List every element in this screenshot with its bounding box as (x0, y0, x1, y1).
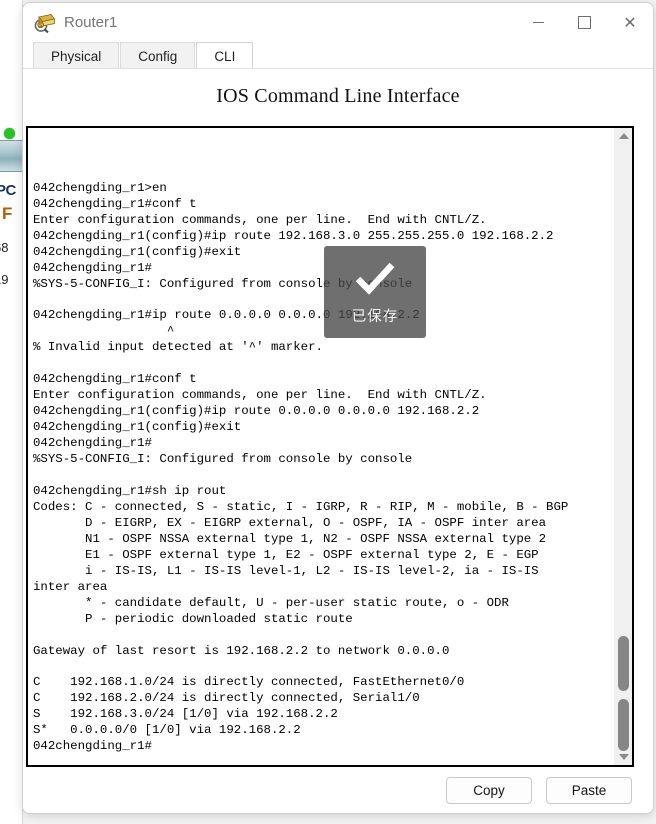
tab-cli[interactable]: CLI (196, 42, 254, 69)
terminal-output[interactable]: 042chengding_r1>en 042chengding_r1#conf … (28, 128, 614, 765)
terminal-scrollbar[interactable] (614, 128, 632, 765)
tab-config[interactable]: Config (120, 42, 196, 69)
chevron-up-icon (618, 133, 629, 139)
scrollbar-thumb-secondary[interactable] (618, 699, 629, 751)
page-title: IOS Command Line Interface (216, 85, 460, 107)
background-topology-panel: PC F 68 19 (0, 0, 23, 824)
cli-footer: Copy Paste (23, 767, 653, 813)
window-title-text: Router1 (64, 14, 118, 31)
minimize-button[interactable] (515, 4, 561, 42)
maximize-button[interactable] (561, 4, 607, 42)
desktop-background: PC F 68 19 S Router1 (0, 0, 656, 824)
background-device-label-f: F (2, 204, 13, 223)
terminal-container: 042chengding_r1>en 042chengding_r1#conf … (26, 126, 634, 767)
scroll-down-arrow-button[interactable] (615, 749, 632, 765)
scroll-up-arrow-button[interactable] (615, 128, 632, 144)
copy-button[interactable]: Copy (446, 776, 532, 804)
device-body (0, 140, 22, 172)
maximize-icon (577, 16, 591, 29)
tab-physical[interactable]: Physical (33, 42, 120, 69)
background-device-label-pc: PC (0, 182, 16, 199)
background-network-label-2: 19 (0, 272, 9, 287)
minimize-icon (532, 22, 544, 23)
tab-bar: Physical Config CLI (23, 42, 653, 69)
paste-button[interactable]: Paste (546, 776, 632, 804)
close-icon: ✕ (623, 12, 637, 32)
background-pc-device-icon (0, 126, 22, 178)
scrollbar-thumb[interactable] (618, 636, 629, 691)
router-device-window: S Router1 ✕ Physical Config CLI IOS Comm… (22, 2, 654, 814)
router-device-icon: S (34, 13, 56, 33)
close-button[interactable]: ✕ (607, 4, 653, 42)
window-controls: ✕ (515, 3, 653, 42)
device-status-led (4, 128, 15, 139)
chevron-down-icon (618, 754, 629, 760)
window-title-bar[interactable]: S Router1 ✕ (23, 3, 653, 42)
cli-panel: IOS Command Line Interface 042chengding_… (23, 68, 653, 813)
background-network-label-1: 68 (0, 240, 9, 255)
